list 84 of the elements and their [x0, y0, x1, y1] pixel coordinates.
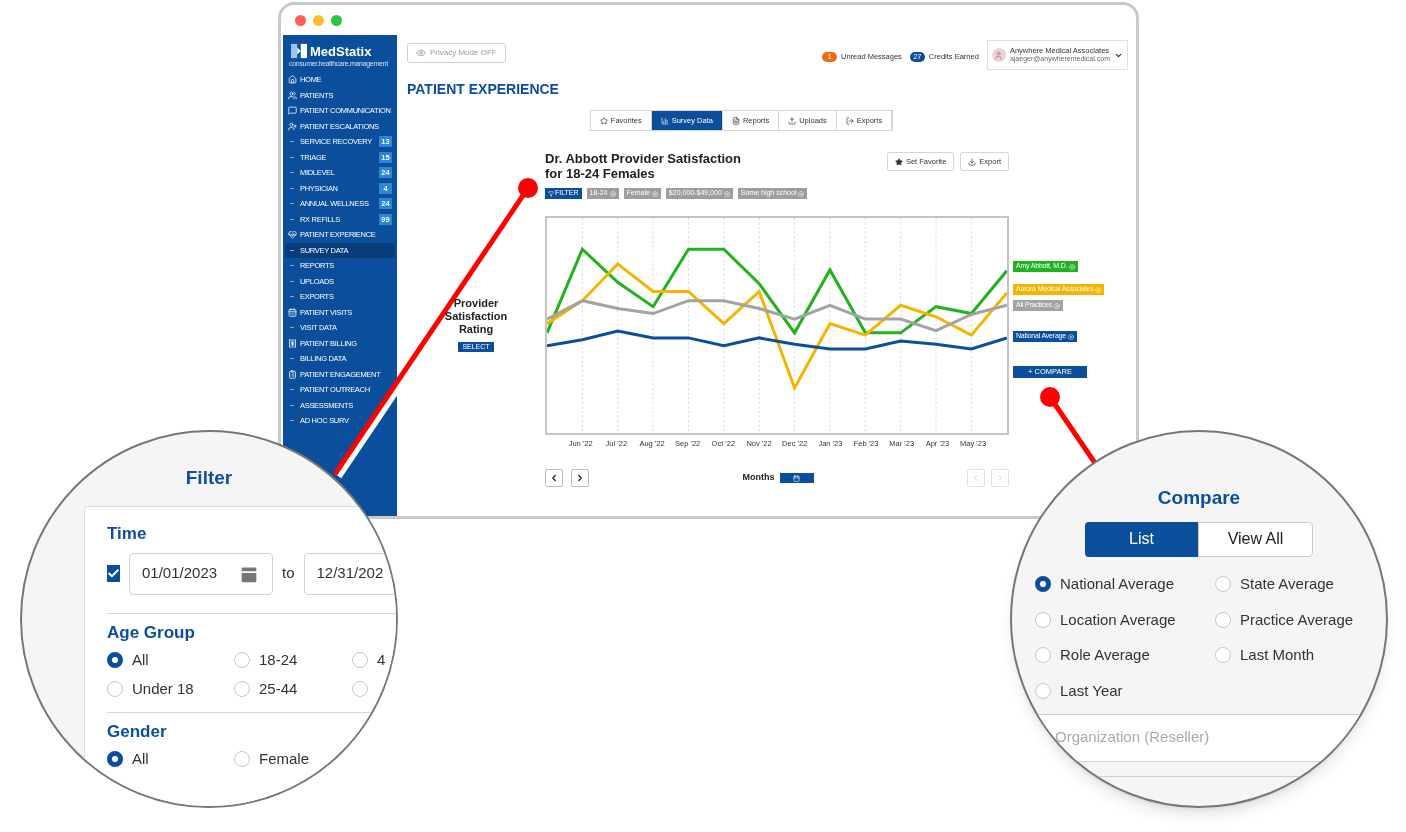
chevron-right-icon	[575, 473, 585, 483]
bar-chart-icon	[660, 116, 669, 125]
calendar-icon	[793, 474, 800, 482]
calendar-icon	[288, 307, 297, 317]
dash-icon	[290, 265, 294, 267]
star-icon	[894, 157, 903, 166]
remove-icon	[1053, 302, 1060, 309]
dash-icon	[290, 280, 294, 282]
chevron-right-icon	[995, 473, 1005, 483]
chat-icon	[288, 106, 297, 116]
date-field[interactable]: 01/01/2023	[129, 552, 273, 595]
filter-title: Filter	[185, 467, 233, 488]
logo-icon	[291, 43, 307, 59]
radio-button[interactable]	[107, 652, 123, 668]
people-icon	[288, 90, 297, 100]
checkbox[interactable]	[107, 565, 120, 582]
to-label: to	[282, 563, 295, 584]
option-label: 25-44	[259, 678, 298, 699]
radio-button[interactable]	[107, 751, 123, 767]
option-label: Location Average	[1060, 609, 1176, 630]
remove-icon	[1095, 286, 1102, 293]
option-label: Role Average	[1060, 645, 1150, 665]
dash-icon	[290, 218, 294, 220]
heart-icon	[288, 230, 297, 240]
option-label: 18-24	[259, 649, 298, 670]
dash-icon	[290, 203, 294, 205]
upload-icon	[788, 116, 797, 125]
download-icon	[968, 157, 977, 166]
option-label: Last Year	[1060, 680, 1123, 701]
option-label: National Average	[1060, 574, 1174, 594]
date-field[interactable]: 12/31/202	[303, 552, 396, 595]
section-heading: Gender	[107, 720, 168, 743]
home-icon	[288, 75, 297, 85]
remove-icon	[651, 190, 658, 197]
previous-button[interactable]	[545, 469, 563, 487]
check-icon	[107, 567, 120, 580]
page-heading: PATIENT EXPERIENCE	[407, 80, 560, 99]
dash-icon	[290, 296, 294, 298]
chevron-left-icon	[549, 473, 559, 483]
next-button[interactable]	[571, 469, 589, 487]
remove-icon	[1069, 263, 1076, 270]
view-toggle[interactable]: List	[1085, 521, 1198, 557]
dash-icon	[290, 404, 294, 406]
user-plus-icon	[288, 121, 297, 131]
option-label: Under 18	[132, 678, 194, 699]
exit-icon	[845, 116, 854, 125]
option-label: State Average	[1240, 574, 1334, 594]
dash-icon	[290, 358, 294, 360]
radio-button[interactable]	[1035, 576, 1051, 593]
dash-icon	[290, 156, 294, 158]
option-label: Last Month	[1240, 645, 1315, 665]
document-icon	[731, 116, 740, 125]
dash-icon	[290, 249, 294, 251]
receipt-icon	[288, 338, 297, 348]
option-label: Female	[259, 748, 310, 769]
filter-icon	[548, 190, 554, 197]
view-toggle[interactable]: View All	[1198, 521, 1313, 557]
clipboard-icon	[288, 369, 297, 379]
remove-icon	[723, 190, 730, 197]
option-label: All	[132, 748, 149, 769]
remove-icon	[798, 190, 805, 197]
section-heading: Time	[107, 522, 148, 545]
dash-icon	[290, 172, 294, 174]
remove-icon	[1068, 333, 1074, 340]
section-heading: Age Group	[107, 621, 196, 644]
eye-icon	[416, 48, 426, 58]
logo-name: MedStatix	[310, 44, 372, 58]
dash-icon	[290, 141, 294, 143]
avatar	[991, 48, 1006, 62]
dash-icon	[290, 389, 294, 391]
period-select-button[interactable]	[779, 473, 814, 483]
dash-icon	[290, 187, 294, 189]
dash-icon	[290, 420, 294, 422]
dash-icon	[290, 327, 294, 329]
chart-title: Dr. Abbott Provider Satisfaction for 18-24 Females	[545, 151, 742, 181]
remove-icon	[609, 190, 616, 197]
compare-title: Compare	[1157, 487, 1241, 508]
star-icon	[599, 116, 608, 125]
metric-label: Provider Satisfaction Rating	[443, 297, 509, 336]
chevron-left-icon	[971, 473, 981, 483]
option-label: All	[132, 649, 149, 670]
period-label: Months	[742, 471, 775, 485]
option-label: Practice Average	[1240, 609, 1354, 630]
option-label: 4	[377, 649, 386, 670]
